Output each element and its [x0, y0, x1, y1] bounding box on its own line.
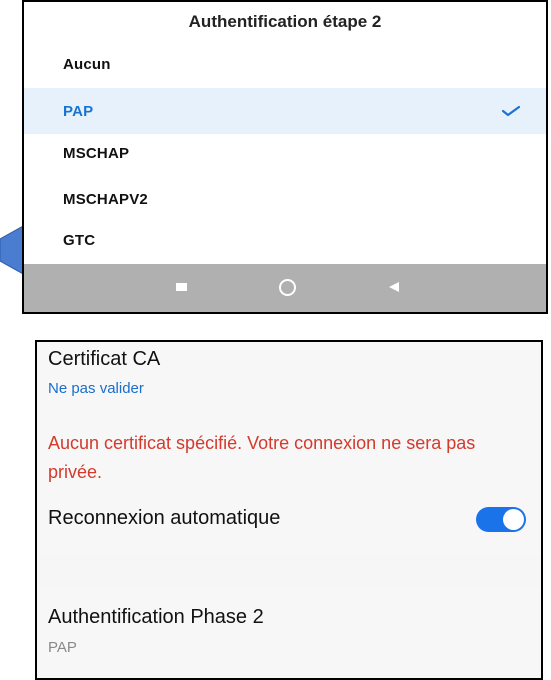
- dialog-title: Authentification étape 2: [188, 12, 382, 31]
- option-mschap[interactable]: MSCHAP: [24, 130, 546, 176]
- wifi-settings-panel: Certificat CA Ne pas valider Aucun certi…: [35, 340, 543, 680]
- settings-card: Authentification Phase 2 PAP: [37, 587, 541, 678]
- option-label: Aucun: [63, 55, 111, 73]
- option-label: PAP: [63, 102, 94, 120]
- home-icon[interactable]: [279, 279, 296, 296]
- certificate-warning: Aucun certificat spécifié. Votre connexi…: [48, 433, 476, 482]
- ca-certificate-value[interactable]: Ne pas valider: [48, 380, 144, 397]
- phase2-auth-label[interactable]: Authentification Phase 2: [48, 606, 264, 629]
- option-pap[interactable]: PAP: [24, 88, 546, 134]
- option-gtc[interactable]: GTC: [24, 217, 546, 263]
- option-label: GTC: [63, 231, 96, 249]
- phase2-auth-dialog: Authentification étape 2 Aucun PAP MSCHA…: [22, 0, 548, 314]
- option-mschapv2[interactable]: MSCHAPV2: [24, 176, 546, 222]
- back-icon[interactable]: [389, 282, 399, 292]
- option-label: MSCHAP: [63, 144, 130, 162]
- toggle-knob: [503, 509, 524, 530]
- ca-certificate-label[interactable]: Certificat CA: [48, 348, 160, 371]
- auto-reconnect-toggle[interactable]: [476, 507, 526, 532]
- option-aucun[interactable]: Aucun: [24, 41, 546, 87]
- checkmark-icon: [502, 105, 520, 117]
- android-nav-bar: [24, 264, 546, 312]
- settings-card: Certificat CA Ne pas valider Aucun certi…: [37, 342, 541, 555]
- auto-reconnect-label: Reconnexion automatique: [48, 507, 281, 529]
- option-label: MSCHAPV2: [63, 190, 148, 208]
- phase2-auth-value[interactable]: PAP: [48, 639, 77, 656]
- recent-apps-icon[interactable]: [176, 283, 187, 291]
